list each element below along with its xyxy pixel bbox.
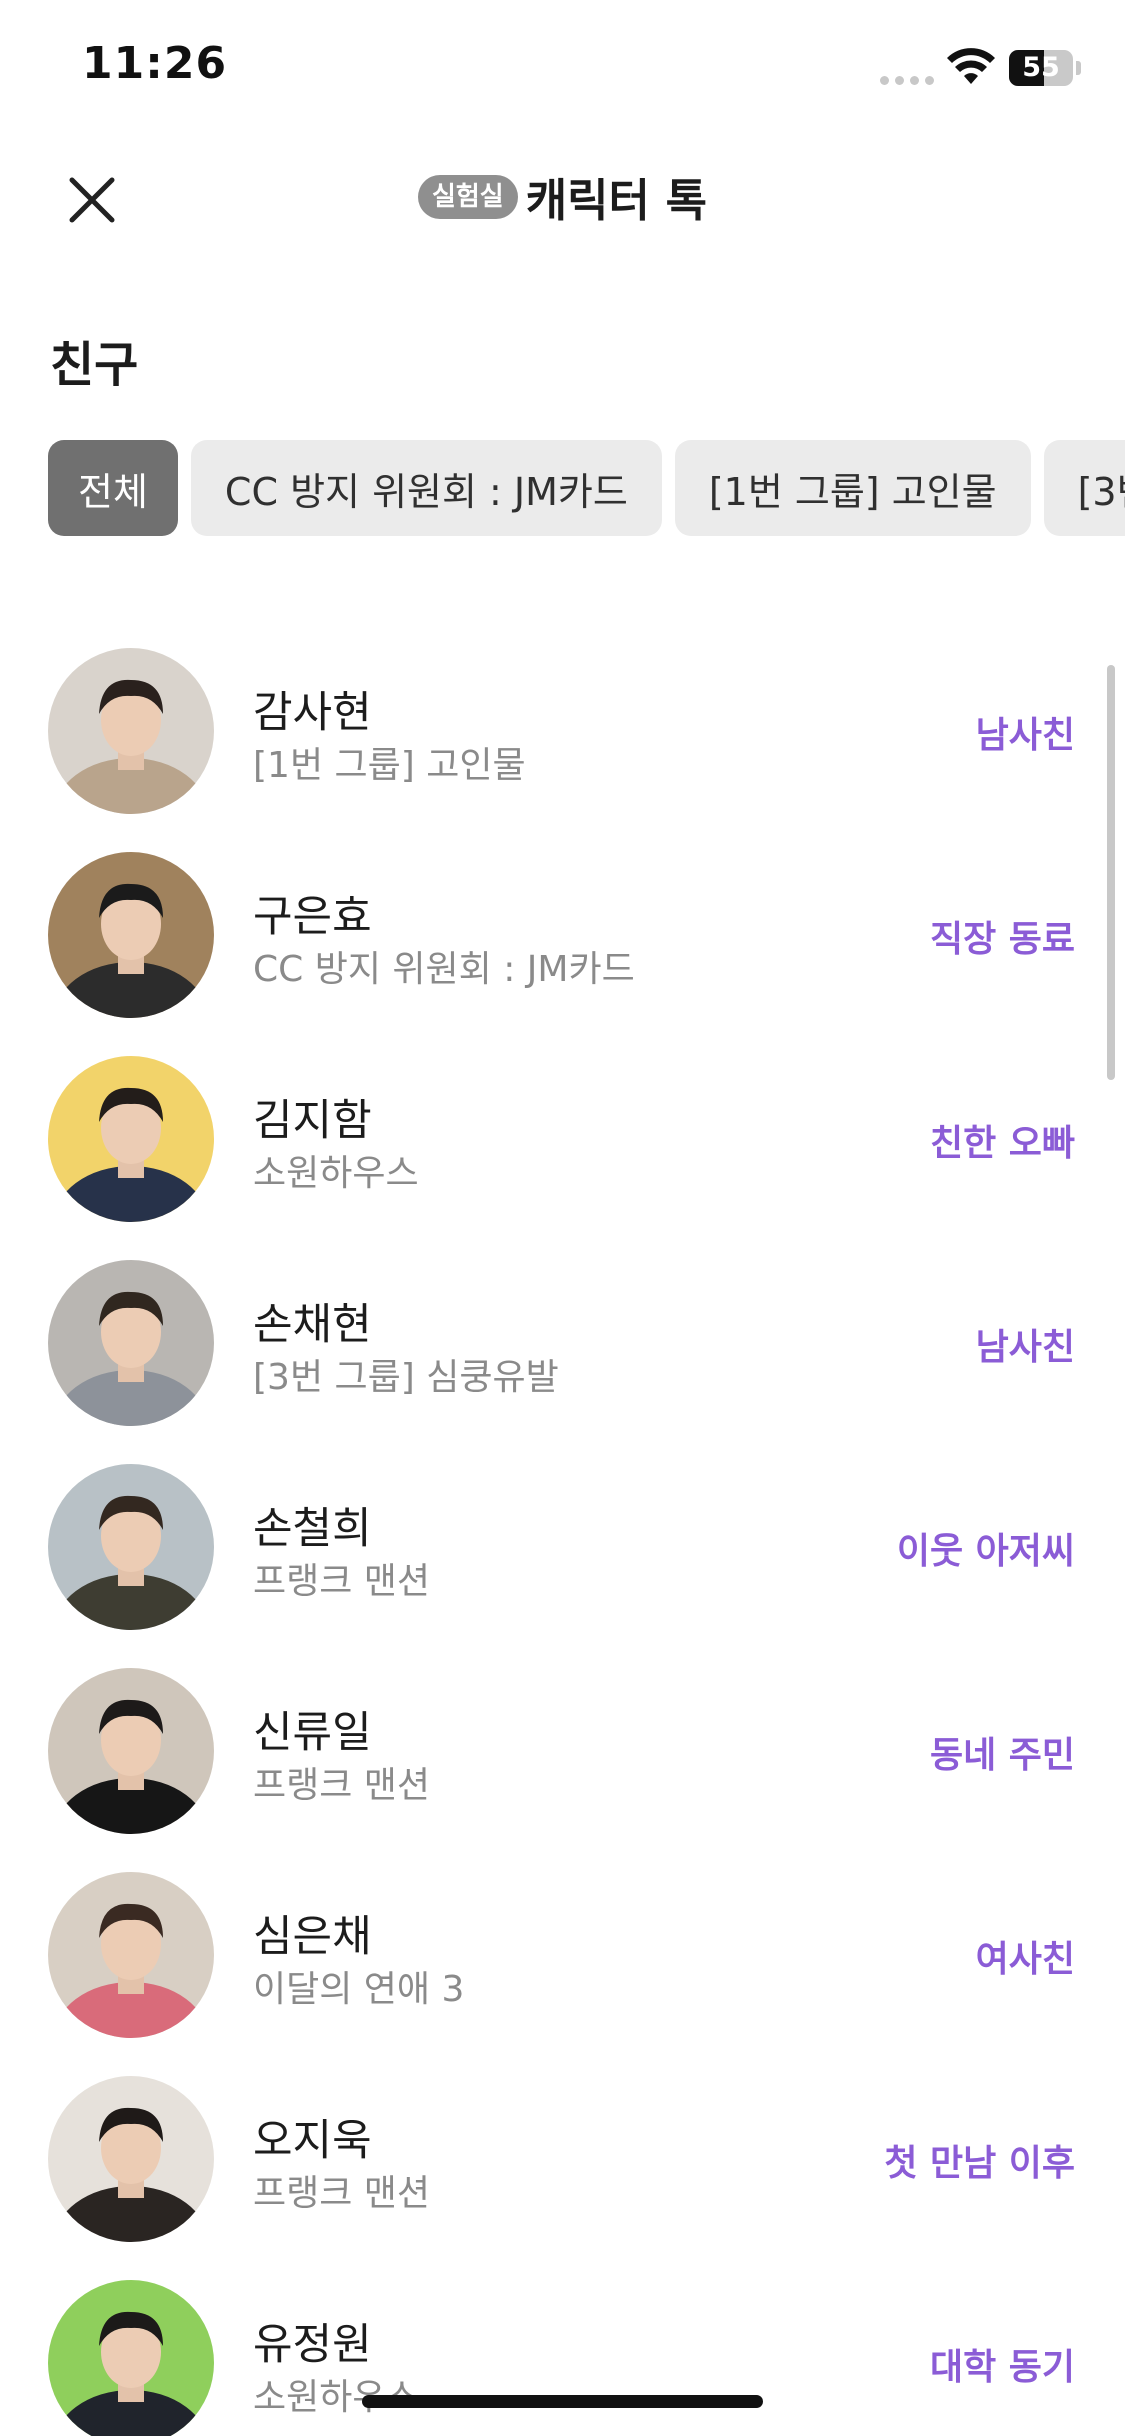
friend-group: 소원하우스 — [253, 2377, 419, 2418]
character-talk-screen: 11:26 55 실험실 캐릭터 톡 친구 전체 CC 방지 위원회 : JM카… — [0, 0, 1125, 2436]
friend-name: 손채현 — [253, 1300, 372, 1350]
avatar — [48, 1464, 214, 1630]
friend-relation: 이웃 아저씨 — [896, 1531, 1075, 1572]
friend-name: 감사현 — [253, 688, 372, 738]
friend-relation: 남사친 — [975, 715, 1075, 756]
battery-level: 55 — [1022, 52, 1060, 83]
avatar — [48, 1260, 214, 1426]
friend-name: 김지함 — [253, 1096, 372, 1146]
avatar — [48, 648, 214, 814]
friend-group: 프랭크 맨션 — [253, 2173, 431, 2214]
home-indicator[interactable] — [362, 2395, 763, 2408]
chip-group-3[interactable]: [3번 — [1043, 440, 1125, 536]
chip-group-1[interactable]: [1번 그룹] 고인물 — [674, 440, 1031, 536]
avatar — [48, 2280, 214, 2436]
friend-group: 프랭크 맨션 — [253, 1561, 431, 1602]
status-time: 11:26 — [82, 38, 228, 89]
section-title: 친구 — [50, 337, 139, 393]
scrollbar[interactable] — [1107, 665, 1115, 1080]
title-wrap: 실험실 캐릭터 톡 — [0, 164, 1125, 229]
friend-group: 프랭크 맨션 — [253, 1765, 431, 1806]
friend-relation: 첫 만남 이후 — [884, 2143, 1075, 2184]
friend-row[interactable]: 손철희프랭크 맨션 이웃 아저씨 — [0, 1456, 1125, 1660]
friend-row[interactable]: 유정원소원하우스 대학 동기 — [0, 2272, 1125, 2436]
friend-row[interactable]: 구은효 CC 방지 위원회 : JM카드 직장 동료 — [0, 844, 1125, 1048]
friend-name: 신류일 — [253, 1708, 372, 1758]
lab-badge: 실험실 — [417, 174, 518, 219]
friend-name: 손철희 — [253, 1504, 372, 1554]
chip-cc-committee[interactable]: CC 방지 위원회 : JM카드 — [190, 440, 662, 536]
friend-relation: 여사친 — [975, 1939, 1075, 1980]
header: 실험실 캐릭터 톡 — [0, 150, 1125, 245]
status-bar: 11:26 55 — [0, 0, 1125, 135]
friend-group: [1번 그룹] 고인물 — [253, 745, 526, 786]
friend-row[interactable]: 감사현 [1번 그룹] 고인물 남사친 — [0, 640, 1125, 844]
friend-name: 유정원 — [253, 2320, 372, 2370]
friend-row[interactable]: 손채현 [3번 그룹] 심쿵유발 남사친 — [0, 1252, 1125, 1456]
wifi-icon — [947, 48, 995, 84]
group-filter-chips: 전체 CC 방지 위원회 : JM카드 [1번 그룹] 고인물 [3번 — [48, 440, 1125, 536]
friend-name: 심은채 — [253, 1912, 372, 1962]
friend-relation: 남사친 — [975, 1327, 1075, 1368]
friend-group: 소원하우스 — [253, 1153, 419, 1194]
friend-row[interactable]: 심은채이달의 연애 3 여사친 — [0, 1864, 1125, 2068]
friend-name: 오지욱 — [253, 2116, 372, 2166]
friend-row[interactable]: 오지욱프랭크 맨션 첫 만남 이후 — [0, 2068, 1125, 2272]
friend-group: 이달의 연애 3 — [253, 1969, 465, 2010]
friend-relation: 대학 동기 — [929, 2347, 1075, 2388]
chip-all[interactable]: 전체 — [48, 440, 178, 536]
avatar — [48, 1056, 214, 1222]
avatar — [48, 1668, 214, 1834]
avatar — [48, 2076, 214, 2242]
friend-row[interactable]: 김지함소원하우스 친한 오빠 — [0, 1048, 1125, 1252]
friend-relation: 친한 오빠 — [929, 1123, 1075, 1164]
battery-icon: 55 — [1009, 50, 1073, 86]
friend-group: CC 방지 위원회 : JM카드 — [253, 949, 635, 990]
friend-relation: 동네 주민 — [929, 1735, 1075, 1776]
page-title: 캐릭터 톡 — [525, 174, 708, 227]
battery-cap — [1076, 61, 1081, 75]
cellular-signal-icon — [880, 76, 934, 85]
avatar — [48, 852, 214, 1018]
friend-row[interactable]: 신류일프랭크 맨션 동네 주민 — [0, 1660, 1125, 1864]
avatar — [48, 1872, 214, 2038]
friend-relation: 직장 동료 — [929, 919, 1075, 960]
friend-list: 감사현 [1번 그룹] 고인물 남사친 구은효 CC 방지 위원회 : JM카드 직장 동… — [0, 640, 1125, 2436]
friend-name: 구은효 — [253, 892, 372, 942]
friend-group: [3번 그룹] 심쿵유발 — [253, 1357, 559, 1398]
